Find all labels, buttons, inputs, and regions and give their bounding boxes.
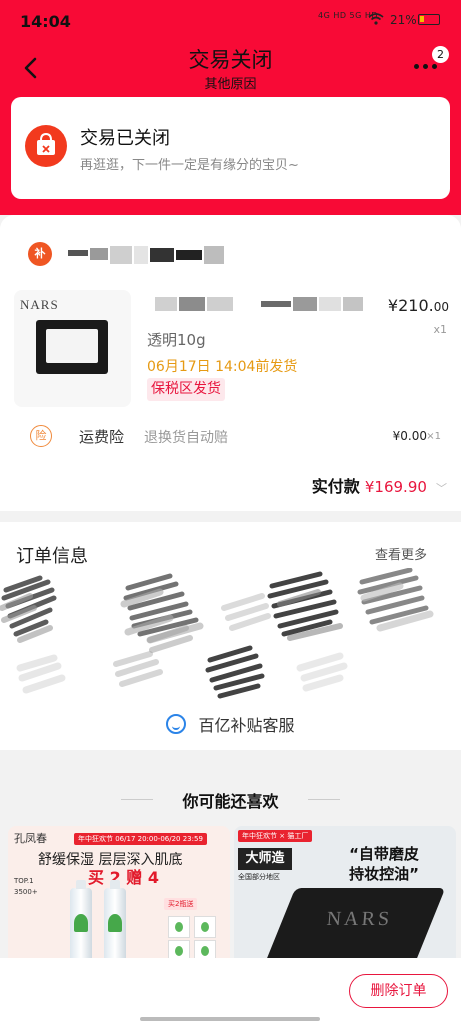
delete-order-button[interactable]: 删除订单 (349, 974, 448, 1008)
product-price: ¥210.00 (387, 296, 449, 315)
bottom-action-bar: 删除订单 (0, 958, 461, 1024)
product-brand: NARS (20, 297, 59, 312)
status-time: 14:04 (20, 12, 71, 31)
insurance-description: 退换货自动赔 (144, 430, 228, 446)
gift-box-image (194, 916, 216, 938)
insurance-price: ¥0.00 (392, 429, 427, 443)
shipping-insurance-row: 险 运费险 退换货自动赔 ¥0.00 ×1 (0, 420, 461, 450)
status-description: 再逛逛，下一件一定是有缘分的宝贝~ (80, 158, 299, 173)
insurance-label: 运费险 (79, 428, 125, 446)
view-more-link[interactable]: 查看更多 (375, 544, 427, 563)
customer-service-label: 百亿补贴客服 (198, 716, 295, 735)
order-status-card: 交易已关闭 再逛逛，下一件一定是有缘分的宝贝~ (11, 97, 450, 199)
promo-quote: “自带磨皮 持妆控油” (349, 845, 419, 883)
product-title-redacted[interactable] (155, 297, 365, 311)
recommend-item-right[interactable]: 年中狂欢节 × 猫工厂 大师造 全国部分地区 “自带磨皮 持妆控油” (234, 826, 456, 962)
promo-banner: 年中狂欢节 06/17 20:00-06/20 23:59 (74, 833, 207, 845)
chevron-down-icon: ﹀ (436, 482, 447, 495)
recommend-item-left[interactable]: 孔凤春 年中狂欢节 06/17 20:00-06/20 23:59 舒缓保湿 层… (8, 826, 230, 962)
recommend-brand: 孔凤春 (14, 832, 47, 845)
redacted-order-details (0, 568, 434, 699)
powder-compact-image (36, 320, 108, 374)
spray-bottle-image (104, 880, 126, 962)
wifi-icon (368, 13, 384, 25)
battery-percent: 21% (390, 13, 417, 27)
order-card: 补 NARS 透明10g 06月17日 14:04前发货 保税区发货 ¥210.… (0, 215, 461, 511)
battery-icon (418, 14, 440, 25)
order-info-card: 订单信息 查看更多 百亿补贴客服 (0, 522, 461, 750)
region-note: 全国部分地区 (238, 873, 280, 881)
promo-offer: 买 2 赠 4 (88, 868, 159, 887)
payment-amount: ¥169.90 (364, 478, 427, 496)
status-bar: 14:04 4G HD 5G HD 21% (0, 0, 461, 40)
status-title: 交易已关闭 (80, 128, 170, 149)
brand-logo: 大师造 (238, 848, 292, 870)
header: 14:04 4G HD 5G HD 21% 交易关闭 其他原因 2 交易已关闭 … (0, 0, 461, 215)
spray-bottle-image (70, 880, 92, 962)
shopping-bag-icon (25, 125, 67, 167)
shop-name-redacted[interactable] (68, 246, 228, 264)
promo-banner: 年中狂欢节 × 猫工厂 (238, 830, 313, 842)
gift-box-image (168, 916, 190, 938)
payment-summary[interactable]: 实付款 ¥169.90 ﹀ (312, 473, 447, 497)
shop-badge-icon: 补 (28, 242, 52, 266)
promo-side-stats: TOP.1 3500+ (14, 877, 38, 896)
page-subtitle: 其他原因 (204, 77, 257, 92)
recommend-header: 你可能还喜欢 (0, 788, 461, 812)
powder-compact-image (260, 888, 446, 962)
more-options-icon[interactable] (414, 62, 440, 72)
order-info-title: 订单信息 (16, 546, 88, 567)
payment-label: 实付款 (311, 477, 360, 496)
message-count-badge: 2 (432, 46, 449, 63)
recommend-title: 你可能还喜欢 (182, 792, 279, 811)
product-spec: 透明10g (147, 331, 206, 349)
insurance-icon: 险 (30, 425, 52, 447)
gift-tag: 买2瓶送 (164, 898, 198, 910)
page-title: 交易关闭 (188, 48, 273, 72)
customer-service-icon (166, 714, 187, 734)
insurance-quantity: ×1 (426, 431, 441, 442)
product-quantity: x1 (433, 323, 447, 336)
ship-deadline: 06月17日 14:04前发货 (147, 359, 298, 375)
product-image[interactable]: NARS (14, 290, 131, 407)
customer-service-button[interactable]: 百亿补贴客服 (0, 712, 461, 736)
home-indicator[interactable] (140, 1017, 320, 1021)
bonded-warehouse-tag: 保税区发货 (147, 378, 225, 401)
